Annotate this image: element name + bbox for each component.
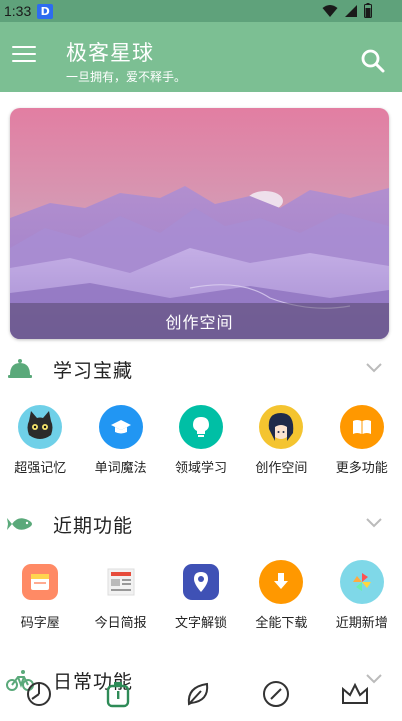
book-icon [339, 405, 384, 449]
girl-avatar-icon [259, 405, 304, 449]
banner-card[interactable]: 创作空间 [10, 108, 389, 339]
grid-label: 近期新增 [335, 616, 388, 631]
grid-item-domain-learning[interactable]: 领域学习 [161, 405, 241, 476]
status-time: 1:33 [4, 3, 32, 19]
status-icons [322, 3, 372, 18]
app-title: 极客星球 [66, 41, 154, 65]
menu-icon [12, 46, 36, 48]
chevron-down-icon[interactable] [366, 518, 382, 528]
compass-icon[interactable] [261, 679, 291, 709]
pinwheel-icon [339, 560, 384, 604]
grid-item-all-download[interactable]: 全能下载 [241, 560, 321, 631]
notification-badge: D [37, 3, 54, 19]
grid-label: 今日简报 [94, 616, 147, 631]
cat-avatar-icon [18, 405, 63, 449]
clock-icon[interactable] [24, 679, 54, 709]
section-title: 近期功能 [53, 515, 134, 537]
grid-label: 创作空间 [255, 461, 308, 476]
grid-label: 超强记忆 [14, 461, 67, 476]
status-bar: 1:33 D [0, 0, 402, 22]
grid-label: 文字解锁 [174, 616, 227, 631]
bell-icon [8, 359, 32, 378]
grid-item-text-unlock[interactable]: 文字解锁 [161, 560, 241, 631]
fish-icon [7, 518, 32, 530]
search-icon[interactable] [360, 48, 386, 74]
grid-item-word-magic[interactable]: 单词魔法 [80, 405, 160, 476]
chevron-down-icon[interactable] [366, 363, 382, 373]
app-subtitle: 一旦拥有，爱不释手。 [66, 70, 187, 84]
grid-label: 全能下载 [255, 616, 308, 631]
battery-icon [364, 3, 372, 18]
lightbulb-icon [178, 405, 223, 449]
section-header-recent[interactable]: 近期功能 [0, 509, 402, 539]
learning-grid: 超强记忆 单词魔法 领域学习 创作空间 更多功能 [0, 405, 402, 476]
grid-item-daily-brief[interactable]: 今日简报 [80, 560, 160, 631]
download-icon [259, 560, 304, 604]
grid-label: 单词魔法 [94, 461, 147, 476]
newspaper-icon [102, 564, 139, 600]
banner-caption: 创作空间 [10, 303, 389, 339]
menu-button[interactable] [12, 46, 36, 66]
app-bar: 极客星球 一旦拥有，爱不释手。 [0, 22, 402, 92]
grid-label: 更多功能 [335, 461, 388, 476]
grid-label: 码字屋 [20, 616, 60, 631]
grid-label: 领域学习 [174, 461, 227, 476]
signal-icon [345, 4, 357, 17]
section-title: 学习宝藏 [53, 360, 134, 382]
wifi-icon [322, 4, 338, 17]
crown-icon[interactable] [340, 679, 370, 709]
grid-item-typing-house[interactable]: 码字屋 [0, 560, 80, 631]
recent-grid: 码字屋 今日简报 文字解锁 全能下载 近期新增 [0, 560, 402, 631]
grid-item-more-features[interactable]: 更多功能 [322, 405, 402, 476]
lock-pin-icon [182, 564, 219, 600]
bottom-navigation [0, 679, 402, 721]
grid-item-memory[interactable]: 超强记忆 [0, 405, 80, 476]
grid-item-creation-space[interactable]: 创作空间 [241, 405, 321, 476]
timer-icon[interactable] [103, 679, 133, 709]
grid-item-recent-new[interactable]: 近期新增 [322, 560, 402, 631]
leaf-icon[interactable] [183, 679, 213, 709]
graduation-cap-icon [98, 405, 143, 449]
note-icon [22, 564, 59, 600]
section-header-learning[interactable]: 学习宝藏 [0, 354, 402, 384]
